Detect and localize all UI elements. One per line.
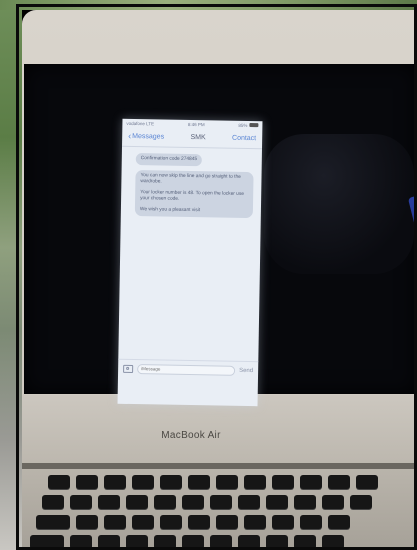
photo-frame: MacBook Air vodafone LTE 8:46 PM 85% ‹ M… [0, 0, 417, 550]
photo-border [16, 4, 417, 550]
